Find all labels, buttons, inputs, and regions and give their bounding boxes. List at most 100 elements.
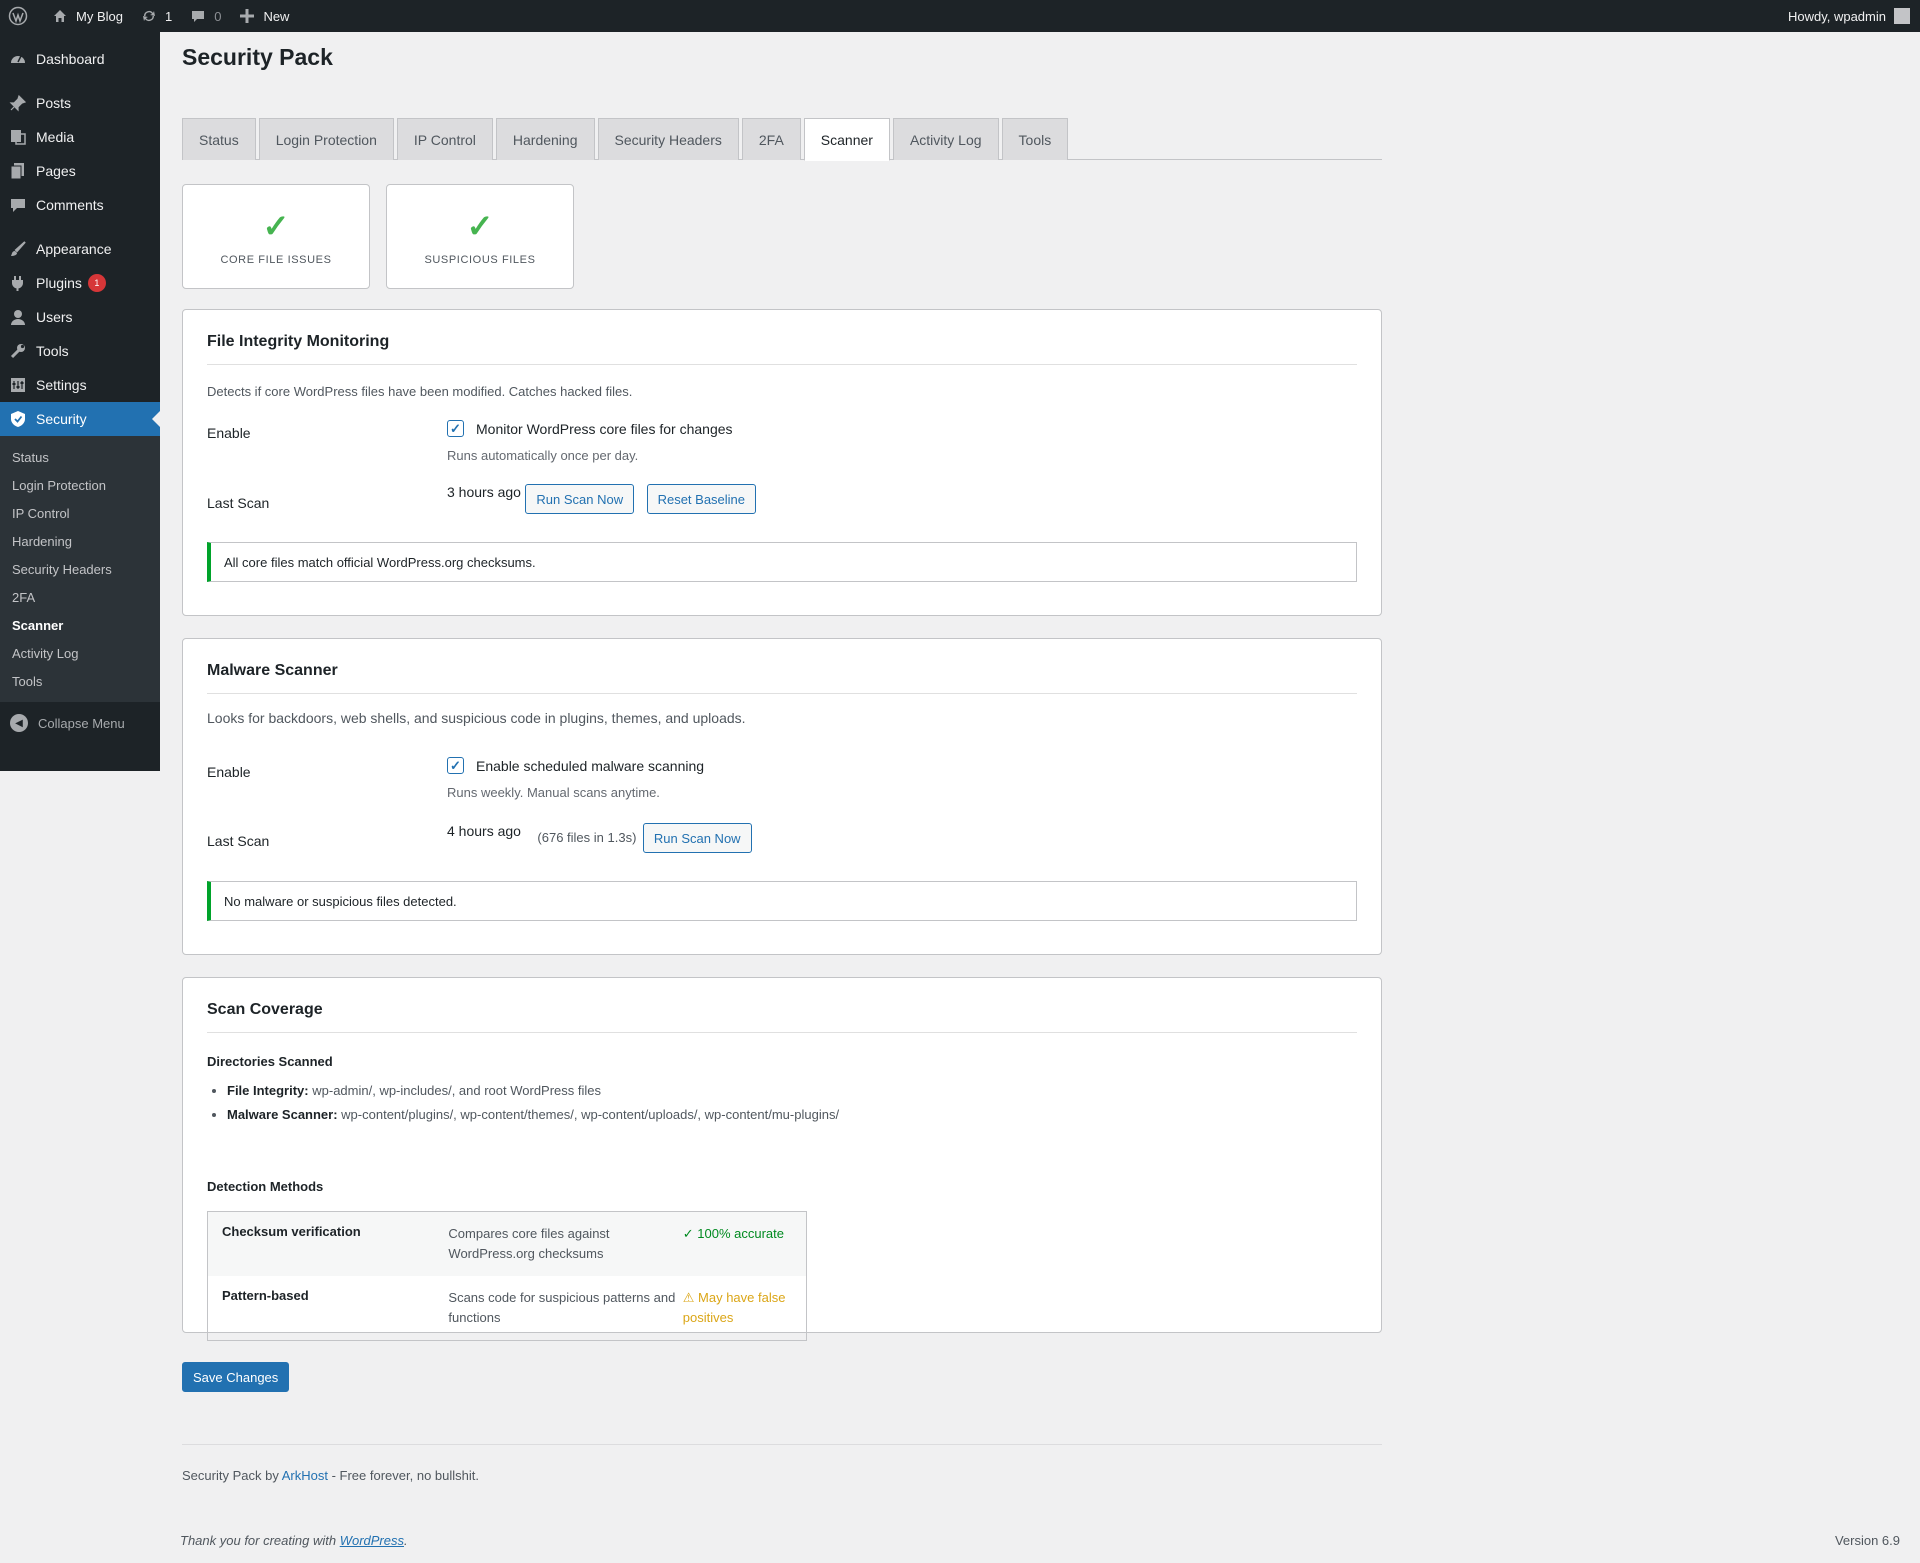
updates-link[interactable]: 1 [131, 0, 180, 32]
section-title: File Integrity Monitoring [207, 310, 1357, 365]
check-icon: ✓ [466, 207, 494, 244]
plugin-icon [8, 273, 28, 293]
success-notice: No malware or suspicious files detected. [207, 881, 1357, 921]
method-name: Pattern-based [222, 1288, 309, 1303]
credit-prefix: Security Pack by [182, 1468, 279, 1483]
home-icon [50, 6, 70, 26]
sidebar-item-label: Users [36, 309, 73, 325]
plugins-update-badge: 1 [87, 274, 106, 292]
admin-sidebar: Dashboard Posts Media Pages Comments App… [0, 32, 160, 771]
sidebar-item-tools[interactable]: Tools [0, 334, 160, 368]
table-row: Pattern-based Scans code for suspicious … [208, 1276, 806, 1340]
wrench-icon [8, 341, 28, 361]
wordpress-link[interactable]: WordPress [340, 1533, 404, 1548]
submenu-item-hardening[interactable]: Hardening [0, 527, 160, 555]
tab-2fa[interactable]: 2FA [741, 118, 801, 160]
sidebar-item-comments[interactable]: Comments [0, 188, 160, 222]
sidebar-item-appearance[interactable]: Appearance [0, 232, 160, 266]
methods-heading: Detection Methods [207, 1179, 324, 1194]
sidebar-item-label: Pages [36, 163, 76, 179]
sidebar-item-label: Appearance [36, 241, 112, 257]
sidebar-item-pages[interactable]: Pages [0, 154, 160, 188]
new-label: New [263, 8, 290, 24]
directory-value: wp-admin/, wp-includes/, and root WordPr… [312, 1083, 602, 1098]
tab-activity-log[interactable]: Activity Log [892, 118, 999, 160]
media-icon [8, 127, 28, 147]
main-content: Security Pack Status Login Protection IP… [182, 32, 1382, 1483]
method-name: Checksum verification [222, 1224, 361, 1239]
pages-icon [8, 161, 28, 181]
reset-baseline-button[interactable]: Reset Baseline [646, 484, 757, 514]
tab-tools[interactable]: Tools [1001, 118, 1069, 160]
section-title: Scan Coverage [207, 978, 1357, 1033]
directories-heading: Directories Scanned [207, 1054, 333, 1069]
submenu-item-security-headers[interactable]: Security Headers [0, 555, 160, 583]
wordpress-logo-menu[interactable] [0, 0, 42, 32]
greeting: Howdy, wpadmin [1787, 8, 1886, 24]
section-title: Malware Scanner [207, 639, 1357, 694]
comment-icon [188, 6, 208, 26]
monitor-core-files-checkbox[interactable]: ✓ [447, 420, 464, 438]
enable-row: Enable ✓ Monitor WordPress core files for… [207, 420, 1357, 463]
arkhost-link[interactable]: ArkHost [282, 1468, 328, 1483]
help-text: Runs weekly. Manual scans anytime. [447, 785, 660, 800]
updates-icon [139, 6, 159, 26]
sidebar-item-security[interactable]: Security [0, 402, 160, 436]
stat-card-core-file-issues: ✓ CORE FILE ISSUES [182, 184, 370, 289]
tab-status[interactable]: Status [182, 118, 256, 160]
sidebar-item-label: Settings [36, 377, 87, 393]
tab-hardening[interactable]: Hardening [495, 118, 595, 160]
save-changes-button[interactable]: Save Changes [182, 1362, 290, 1392]
plus-icon [237, 6, 257, 26]
enable-label: Enable [207, 764, 251, 780]
checkbox-label: Monitor WordPress core files for changes [476, 420, 733, 437]
run-scan-now-button[interactable]: Run Scan Now [525, 484, 635, 514]
user-icon [8, 307, 28, 327]
comments-link[interactable]: 0 [180, 0, 229, 32]
tab-scanner[interactable]: Scanner [803, 118, 890, 161]
last-scan-label: Last Scan [207, 495, 270, 511]
tab-ip-control[interactable]: IP Control [396, 118, 493, 160]
sidebar-item-settings[interactable]: Settings [0, 368, 160, 402]
thanks-prefix: Thank you for creating with [180, 1533, 337, 1548]
updates-count: 1 [164, 8, 173, 24]
list-item: Malware Scanner: wp-content/plugins/, wp… [227, 1107, 839, 1131]
section-description: Detects if core WordPress files have bee… [207, 384, 633, 399]
submenu-item-tools[interactable]: Tools [0, 667, 160, 695]
sidebar-item-media[interactable]: Media [0, 120, 160, 154]
directory-name: File Integrity: [227, 1083, 309, 1098]
last-scan-label: Last Scan [207, 833, 270, 849]
scheduled-malware-scan-checkbox[interactable]: ✓ [447, 757, 464, 775]
method-status: ⚠ May have false positives [682, 1290, 786, 1325]
file-integrity-card: File Integrity Monitoring Detects if cor… [182, 309, 1382, 616]
submenu-item-activity-log[interactable]: Activity Log [0, 639, 160, 667]
sidebar-item-users[interactable]: Users [0, 300, 160, 334]
submenu-item-scanner[interactable]: Scanner [0, 611, 160, 639]
sidebar-item-posts[interactable]: Posts [0, 86, 160, 120]
shield-icon [8, 409, 28, 429]
method-description: Scans code for suspicious patterns and f… [448, 1290, 676, 1325]
sidebar-item-label: Plugins [36, 275, 82, 291]
submenu-item-2fa[interactable]: 2FA [0, 583, 160, 611]
credit-suffix: - Free forever, no bullshit. [331, 1468, 479, 1483]
checkbox-label: Enable scheduled malware scanning [476, 757, 705, 774]
site-name-link[interactable]: My Blog [42, 0, 131, 32]
sidebar-item-label: Dashboard [36, 51, 105, 67]
avatar [1894, 8, 1910, 24]
page-title: Security Pack [182, 44, 333, 70]
tab-login-protection[interactable]: Login Protection [258, 118, 394, 160]
submenu-item-status[interactable]: Status [0, 443, 160, 471]
dashboard-icon [8, 49, 28, 69]
settings-icon [8, 375, 28, 395]
tab-security-headers[interactable]: Security Headers [597, 118, 739, 160]
collapse-menu-button[interactable]: ◀ Collapse Menu [0, 706, 160, 740]
new-content-link[interactable]: New [229, 0, 297, 32]
sidebar-item-plugins[interactable]: Plugins 1 [0, 266, 160, 300]
submenu-item-login-protection[interactable]: Login Protection [0, 471, 160, 499]
my-account-menu[interactable]: Howdy, wpadmin [1788, 8, 1920, 24]
directory-name: Malware Scanner: [227, 1107, 338, 1122]
run-scan-now-button[interactable]: Run Scan Now [642, 823, 752, 853]
stat-label: SUSPICIOUS FILES [424, 253, 536, 266]
submenu-item-ip-control[interactable]: IP Control [0, 499, 160, 527]
sidebar-item-dashboard[interactable]: Dashboard [0, 42, 160, 76]
